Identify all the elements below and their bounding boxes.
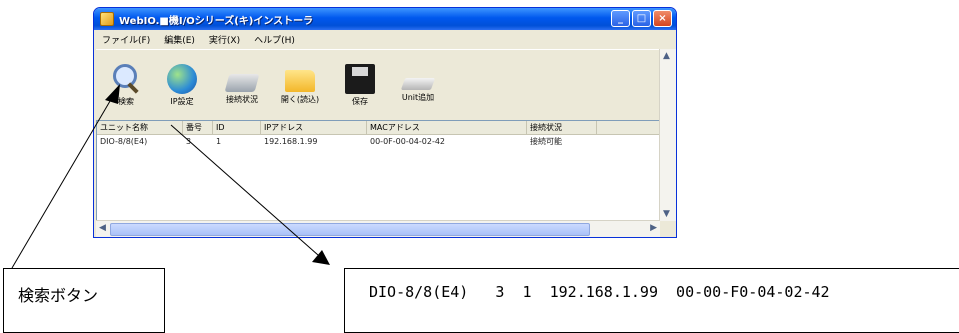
window-title: WebIO.■機I/Oシリーズ(キ)インストーラ <box>119 15 314 27</box>
search-button-callout: 検索ボタン <box>3 268 165 333</box>
column-ip-address[interactable]: IPアドレス <box>261 121 367 134</box>
list-item[interactable]: DIO-8/8(E4) 3 1 192.168.1.99 00-0F-00-04… <box>97 135 659 148</box>
cell-mac-address: 00-0F-00-04-02-42 <box>370 137 446 146</box>
menu-edit[interactable]: 編集(E) <box>164 33 195 46</box>
unit-icon <box>400 78 436 90</box>
scroll-down-icon[interactable]: ▼ <box>663 209 670 219</box>
maximize-button[interactable]: □ <box>632 10 651 27</box>
network-icon <box>224 74 260 92</box>
screenshot-stage: WebIO.■機I/Oシリーズ(キ)インストーラ _ □ × ファイル(F) 編… <box>0 0 959 333</box>
save-label: 保存 <box>352 97 368 106</box>
search-button-callout-text: 検索ボタン <box>18 286 99 305</box>
menu-file[interactable]: ファイル(F) <box>102 33 150 46</box>
column-unit-name[interactable]: ユニット名称 <box>97 121 183 134</box>
vertical-scrollbar[interactable]: ▲ ▼ <box>659 49 676 221</box>
title-bar[interactable]: WebIO.■機I/Oシリーズ(キ)インストーラ _ □ × <box>94 8 676 30</box>
globe-icon <box>167 64 197 94</box>
connection-status-label: 接続状況 <box>226 95 258 104</box>
add-unit-button[interactable]: Unit追加 <box>392 56 444 103</box>
cell-connection-status: 接続可能 <box>530 137 562 146</box>
folder-icon <box>285 70 315 92</box>
add-unit-label: Unit追加 <box>401 93 435 102</box>
connection-status-button[interactable]: 接続状況 <box>216 56 268 105</box>
cell-number: 3 <box>186 137 192 146</box>
toolbar: 検索 IP設定 接続状況 開く(読込) 保存 Unit追加 <box>96 49 660 122</box>
ip-settings-label: IP設定 <box>170 97 194 106</box>
search-button-label: 検索 <box>118 97 134 106</box>
save-icon <box>345 64 375 94</box>
app-icon <box>100 12 114 26</box>
unit-list[interactable]: ユニット名称 番号 ID IPアドレス MACアドレス 接続状況 DIO-8/8… <box>96 120 660 221</box>
column-id[interactable]: ID <box>213 121 261 134</box>
column-connection-status[interactable]: 接続状況 <box>527 121 597 134</box>
list-header: ユニット名称 番号 ID IPアドレス MACアドレス 接続状況 <box>97 121 659 135</box>
column-mac-address[interactable]: MACアドレス <box>367 121 527 134</box>
arrowhead-row <box>312 250 330 265</box>
column-number[interactable]: 番号 <box>183 121 213 134</box>
close-button[interactable]: × <box>653 10 672 27</box>
menu-run[interactable]: 実行(X) <box>209 33 240 46</box>
menu-help[interactable]: ヘルプ(H) <box>254 33 295 46</box>
search-button[interactable]: 検索 <box>100 56 152 107</box>
horizontal-scrollbar[interactable]: ◀ ▶ <box>96 220 660 237</box>
scroll-up-icon[interactable]: ▲ <box>663 51 670 61</box>
scroll-thumb[interactable] <box>110 223 590 236</box>
row-detail-callout: DIO-8/8(E4) 3 1 192.168.1.99 00-00-F0-04… <box>344 268 959 333</box>
cell-id: 1 <box>216 137 222 146</box>
minimize-button[interactable]: _ <box>611 10 630 27</box>
installer-window: WebIO.■機I/Oシリーズ(キ)インストーラ _ □ × ファイル(F) 編… <box>93 7 677 238</box>
cell-unit-name: DIO-8/8(E4) <box>100 137 148 146</box>
cell-ip-address: 192.168.1.99 <box>264 137 318 146</box>
row-detail-callout-text: DIO-8/8(E4) 3 1 192.168.1.99 00-00-F0-04… <box>369 283 830 301</box>
scroll-left-icon[interactable]: ◀ <box>99 223 106 233</box>
ip-settings-button[interactable]: IP設定 <box>156 56 208 107</box>
open-label: 開く(読込) <box>280 95 320 104</box>
title-buttons: _ □ × <box>611 10 672 27</box>
search-icon <box>111 64 141 94</box>
save-button[interactable]: 保存 <box>334 56 386 107</box>
open-button[interactable]: 開く(読込) <box>274 56 326 105</box>
menu-bar: ファイル(F) 編集(E) 実行(X) ヘルプ(H) <box>96 30 674 48</box>
scroll-right-icon[interactable]: ▶ <box>650 223 657 233</box>
